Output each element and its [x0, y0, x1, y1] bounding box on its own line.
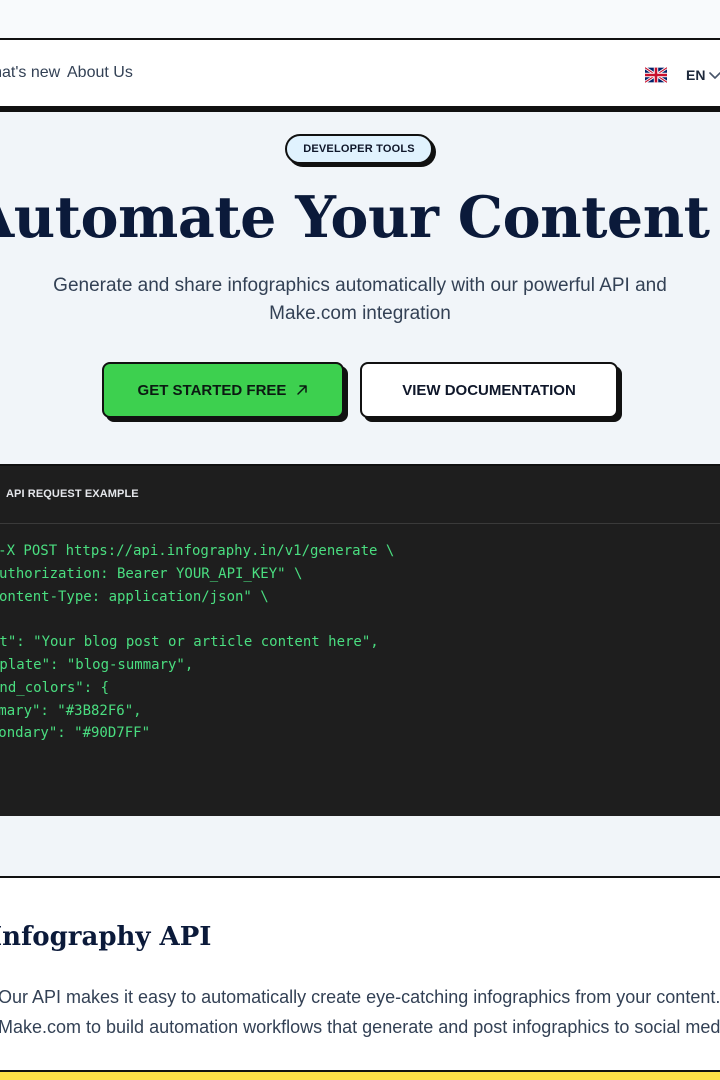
code-card-title: API REQUEST EXAMPLE: [6, 488, 139, 500]
main-nav: What's new About Us EN: [0, 42, 720, 106]
code-line: "primary": "#3B82F6",: [0, 702, 142, 719]
feature-title: Infography API: [0, 922, 212, 952]
feature-description-line: Make.com to build automation workflows t…: [0, 1017, 720, 1037]
code-line: curl -X POST https://api.infography.in/v…: [0, 543, 395, 559]
get-started-button[interactable]: GET STARTED FREE: [102, 362, 344, 418]
code-block: curl -X POST https://api.infography.in/v…: [0, 540, 394, 745]
code-line: "template": "blog-summary",: [0, 656, 194, 673]
accent-strip: [0, 1070, 720, 1080]
nav-link-whats-new[interactable]: What's new: [0, 64, 60, 82]
code-line: -H "Content-Type: application/json" \: [0, 588, 269, 605]
arrow-up-right-icon: [297, 385, 308, 395]
feature-description: Our API makes it easy to automatically c…: [0, 982, 720, 1042]
nav-link-about-us[interactable]: About Us: [67, 64, 133, 82]
top-bar: [0, 0, 720, 40]
hero-title: Automate Your Content Workflow: [0, 184, 720, 251]
language-code: EN: [686, 67, 706, 83]
code-line: "brand_colors": {: [0, 679, 110, 696]
page: What's new About Us EN DEVELOPER TOOLS A…: [0, 0, 720, 1080]
view-documentation-button[interactable]: VIEW DOCUMENTATION: [360, 362, 618, 418]
language-selector[interactable]: EN: [645, 63, 720, 87]
uk-flag-icon: [645, 67, 667, 83]
feature-section: Infography API Our API makes it easy to …: [0, 876, 720, 1070]
hero-section: DEVELOPER TOOLS Automate Your Content Wo…: [0, 106, 720, 876]
developer-tools-badge: DEVELOPER TOOLS: [285, 134, 433, 164]
code-card-header: API REQUEST EXAMPLE: [0, 466, 720, 524]
feature-description-line: Our API makes it easy to automatically c…: [0, 987, 720, 1007]
hero-subtitle: Generate and share infographics automati…: [53, 275, 667, 324]
api-request-example-card: API REQUEST EXAMPLE curl -X POST https:/…: [0, 464, 720, 816]
chevron-down-icon: [709, 72, 720, 79]
code-line: "text": "Your blog post or article conte…: [0, 634, 379, 651]
view-documentation-label: VIEW DOCUMENTATION: [402, 381, 576, 399]
code-line: -H "Authorization: Bearer YOUR_API_KEY" …: [0, 565, 303, 582]
get-started-label: GET STARTED FREE: [137, 381, 287, 399]
code-line: "secondary": "#90D7FF": [0, 725, 151, 742]
